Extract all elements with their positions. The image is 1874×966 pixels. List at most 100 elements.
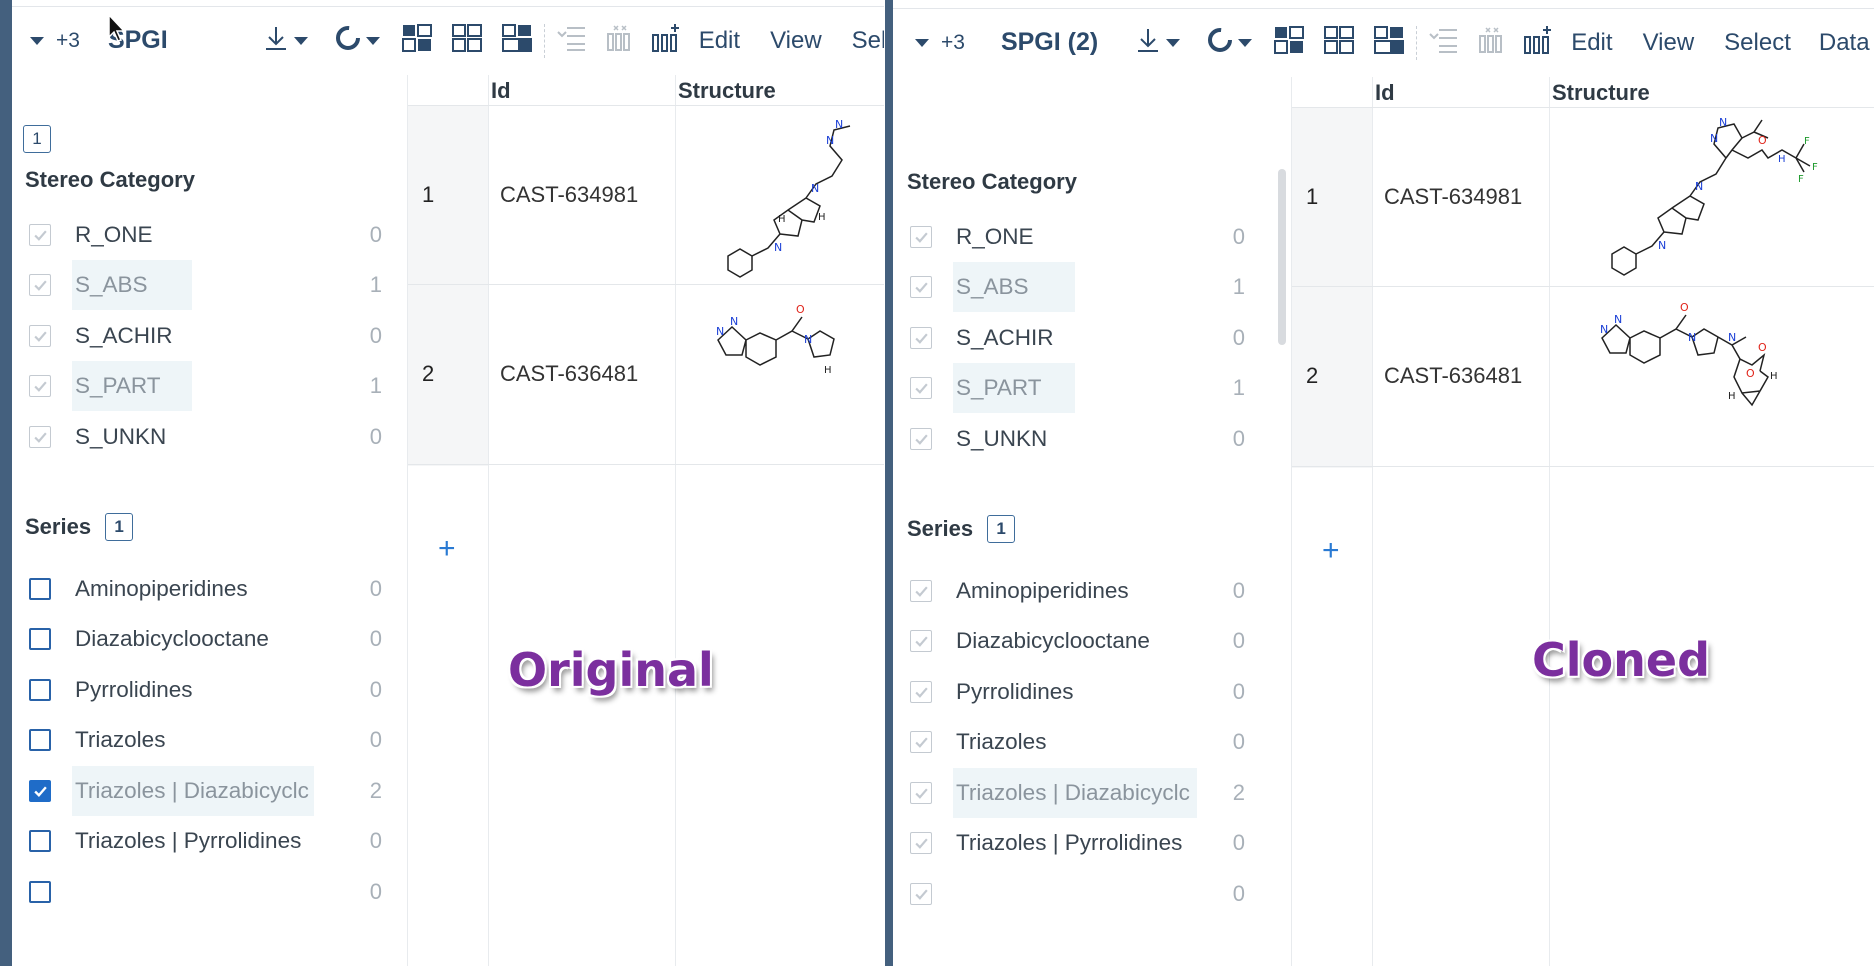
checkbox[interactable] [910, 681, 932, 703]
checkbox[interactable] [910, 832, 932, 854]
checkbox[interactable] [29, 578, 51, 600]
refresh-caret-icon[interactable] [1238, 38, 1253, 47]
checkbox[interactable] [29, 881, 51, 903]
menu-select[interactable]: Sele [852, 27, 884, 55]
checkbox-checked[interactable] [29, 780, 51, 802]
add-row-button[interactable]: + [1322, 534, 1340, 568]
menu-select[interactable]: Select [1724, 29, 1791, 57]
menu-view[interactable]: View [770, 27, 822, 55]
series-count-badge[interactable]: 1 [105, 513, 134, 541]
collapse-caret-icon[interactable] [915, 38, 929, 47]
filter-scrollbar[interactable] [1278, 169, 1286, 345]
series-item-pyrrolidines[interactable]: Pyrrolidines 0 [893, 667, 1273, 717]
checkbox[interactable] [29, 830, 51, 852]
filter-item-s-abs[interactable]: S_ABS 1 [12, 260, 392, 310]
column-header-structure[interactable]: Structure [678, 78, 776, 104]
checkbox[interactable] [910, 327, 932, 349]
insert-column-icon[interactable] [651, 23, 681, 58]
filter-label: Diazabicyclooctane [956, 628, 1150, 653]
checkbox[interactable] [29, 628, 51, 650]
download-icon[interactable] [1136, 27, 1160, 58]
checkbox[interactable] [910, 226, 932, 248]
column-header-id[interactable]: Id [1375, 80, 1395, 106]
series-item-aminopiperidines[interactable]: Aminopiperidines 0 [893, 566, 1273, 616]
filter-item-s-unkn[interactable]: S_UNKN 0 [12, 412, 392, 462]
table-row[interactable]: 1 CAST-634981 N N N N H H [408, 105, 884, 285]
add-row-button[interactable]: + [438, 532, 456, 566]
filter-item-s-abs[interactable]: S_ABS 1 [893, 262, 1273, 312]
filter-count-badge[interactable]: 1 [23, 125, 51, 153]
checkbox[interactable] [910, 883, 932, 905]
series-item-empty[interactable]: 0 [893, 869, 1273, 919]
filter-item-s-part[interactable]: S_PART 1 [12, 361, 392, 411]
checkbox[interactable] [29, 729, 51, 751]
series-item-triazoles[interactable]: Triazoles 0 [12, 715, 392, 765]
layout-panels-icon[interactable] [1374, 26, 1405, 59]
series-item-triazoles-pyrrolidines[interactable]: Triazoles | Pyrrolidines 0 [12, 816, 392, 866]
series-item-triazoles[interactable]: Triazoles 0 [893, 717, 1273, 767]
series-item-pyrrolidines[interactable]: Pyrrolidines 0 [12, 665, 392, 715]
menu-view[interactable]: View [1643, 29, 1695, 57]
layout-panels-icon[interactable] [501, 24, 532, 57]
layout-split-icon[interactable] [451, 24, 482, 57]
row-number: 2 [1306, 363, 1319, 388]
series-count-badge[interactable]: 1 [987, 515, 1016, 543]
layout-grid-icon[interactable] [1274, 26, 1305, 59]
checkbox[interactable] [29, 224, 51, 246]
filter-count: 0 [1232, 628, 1245, 653]
cell-id: CAST-636481 [500, 361, 639, 386]
more-views-count[interactable]: +3 [56, 29, 80, 53]
series-item-triazoles-diazabicyclo[interactable]: Triazoles | Diazabicyclc 2 [893, 768, 1273, 818]
table-row[interactable]: 1 CAST-634981 N N N N O H F F F [1292, 107, 1874, 287]
filter-count: 0 [1232, 325, 1245, 350]
svg-text:N: N [811, 182, 819, 195]
table-row[interactable]: 2 CAST-636481 O N N N H [408, 285, 884, 465]
checkbox[interactable] [910, 276, 932, 298]
menu-edit[interactable]: Edit [699, 27, 740, 55]
series-item-triazoles-diazabicyclo[interactable]: Triazoles | Diazabicyclc 2 [12, 766, 392, 816]
menu-data[interactable]: Data [1819, 29, 1870, 57]
checkbox[interactable] [910, 782, 932, 804]
download-caret-icon[interactable] [293, 36, 308, 45]
column-header-id[interactable]: Id [491, 78, 511, 104]
filter-item-r-one[interactable]: R_ONE 0 [893, 212, 1273, 262]
series-item-aminopiperidines[interactable]: Aminopiperidines 0 [12, 564, 392, 614]
column-header-structure[interactable]: Structure [1552, 80, 1650, 106]
series-item-empty[interactable]: 0 [12, 867, 392, 917]
series-item-diazabicyclooctane[interactable]: Diazabicyclooctane 0 [893, 616, 1273, 666]
filter-item-r-one[interactable]: R_ONE 0 [12, 210, 392, 260]
table-row[interactable]: 2 CAST-636481 O O O N N N N H H [1292, 287, 1874, 467]
view-title[interactable]: SPGI (2) [1001, 28, 1098, 57]
checkbox[interactable] [29, 679, 51, 701]
refresh-caret-icon[interactable] [365, 36, 380, 45]
menu-edit[interactable]: Edit [1571, 29, 1612, 57]
refresh-icon[interactable] [334, 24, 362, 57]
checkbox[interactable] [29, 274, 51, 296]
checkbox[interactable] [910, 731, 932, 753]
checkbox[interactable] [910, 580, 932, 602]
checkbox[interactable] [29, 325, 51, 347]
refresh-icon[interactable] [1206, 26, 1234, 59]
checkbox[interactable] [910, 630, 932, 652]
layout-split-icon[interactable] [1324, 26, 1355, 59]
checkbox[interactable] [910, 377, 932, 399]
filter-item-s-achir[interactable]: S_ACHIR 0 [12, 311, 392, 361]
svg-text:N: N [1658, 239, 1666, 252]
series-item-triazoles-pyrrolidines[interactable]: Triazoles | Pyrrolidines 0 [893, 818, 1273, 868]
checkbox[interactable] [29, 426, 51, 448]
collapse-caret-icon[interactable] [30, 36, 44, 45]
filter-count: 0 [369, 222, 382, 247]
filter-label: Triazoles | Diazabicyclc [953, 768, 1197, 818]
filter-item-s-part[interactable]: S_PART 1 [893, 363, 1273, 413]
download-icon[interactable] [264, 25, 288, 56]
filter-item-s-achir[interactable]: S_ACHIR 0 [893, 313, 1273, 363]
checkbox[interactable] [29, 375, 51, 397]
layout-grid-icon[interactable] [401, 24, 432, 57]
checkbox[interactable] [910, 428, 932, 450]
data-grid: Id Structure 1 CAST-634981 N N N N O H F… [1291, 77, 1874, 966]
series-item-diazabicyclooctane[interactable]: Diazabicyclooctane 0 [12, 614, 392, 664]
download-caret-icon[interactable] [1166, 38, 1181, 47]
filter-item-s-unkn[interactable]: S_UNKN 0 [893, 414, 1273, 464]
more-views-count[interactable]: +3 [941, 31, 965, 55]
insert-column-icon[interactable] [1523, 25, 1553, 60]
